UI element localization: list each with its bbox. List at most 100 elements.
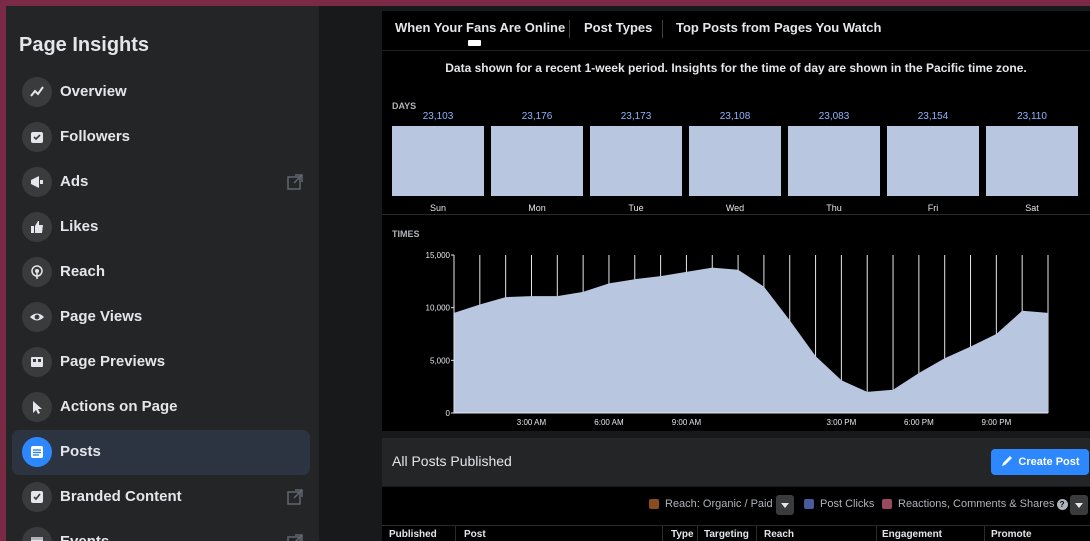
- sidebar-item-reach[interactable]: Reach: [12, 250, 310, 295]
- legend-label: Reactions, Comments & Shares: [898, 498, 1055, 510]
- followers-icon: [22, 122, 52, 152]
- cursor-icon: [22, 392, 52, 422]
- legend-swatch: [804, 499, 814, 509]
- legend-label: Reach: Organic / Paid: [665, 498, 773, 510]
- sidebar-item-overview[interactable]: Overview: [12, 70, 310, 115]
- legend-post-clicks: Post Clicks: [804, 498, 874, 510]
- y-tick-label: 10,000: [426, 304, 451, 313]
- tab-when-fans-online[interactable]: When Your Fans Are Online: [395, 20, 565, 35]
- sidebar-item-events[interactable]: Events: [12, 520, 310, 541]
- day-value: 23,083: [818, 111, 850, 122]
- sidebar-item-label: Events: [60, 533, 109, 541]
- reach-icon: [22, 257, 52, 287]
- day-bar: [788, 126, 880, 196]
- x-tick-label: 9:00 PM: [981, 418, 1011, 427]
- day-value: 23,110: [1017, 111, 1047, 122]
- sidebar-item-posts[interactable]: Posts: [12, 430, 310, 475]
- eye-icon: [22, 302, 52, 332]
- legend-reach: Reach: Organic / Paid: [649, 498, 773, 510]
- day-value: 23,108: [719, 111, 751, 122]
- period-notice: Data shown for a recent 1-week period. I…: [445, 61, 1027, 75]
- tab-top-posts-pages-you-watch[interactable]: Top Posts from Pages You Watch: [676, 20, 881, 35]
- day-name: Sat: [1025, 203, 1039, 213]
- reactions-dropdown-button[interactable]: [1070, 495, 1088, 515]
- sidebar-item-page-previews[interactable]: Page Previews: [12, 340, 310, 385]
- day-name: Tue: [628, 203, 644, 213]
- column-header[interactable]: Published: [389, 529, 437, 540]
- sidebar-item-likes[interactable]: Likes: [12, 205, 310, 250]
- column-separator: [756, 526, 757, 541]
- column-header[interactable]: Promote: [991, 529, 1032, 540]
- sidebar-item-label: Reach: [60, 263, 106, 280]
- sidebar-item-followers[interactable]: Followers: [12, 115, 310, 160]
- y-tick-label: 15,000: [426, 251, 451, 260]
- legend-swatch: [882, 499, 892, 509]
- sidebar-item-label: Actions on Page: [60, 398, 178, 415]
- sidebar-item-label: Posts: [60, 443, 101, 460]
- day-name: Sun: [429, 203, 446, 213]
- posts-section: All Posts Published Create Post Reach: O…: [382, 438, 1090, 541]
- column-separator: [662, 526, 663, 541]
- day-name: Fri: [927, 203, 939, 213]
- y-tick-label: 0: [446, 409, 451, 418]
- column-separator: [455, 526, 456, 541]
- days-label: DAYS: [392, 101, 417, 111]
- sidebar-item-label: Ads: [60, 173, 89, 190]
- events-icon: [22, 527, 52, 541]
- posts-header: All Posts Published Create Post: [382, 438, 1090, 486]
- day-bar: [590, 126, 682, 196]
- insights-panel: When Your Fans Are Online Post Types Top…: [382, 11, 1090, 431]
- help-icon[interactable]: ?: [1056, 498, 1068, 510]
- x-tick-label: 3:00 PM: [826, 418, 856, 427]
- app-window: Page Insights Overview Followers Ads Lik…: [6, 6, 1090, 541]
- day-value: 23,103: [422, 111, 454, 122]
- x-tick-label: 6:00 PM: [904, 418, 934, 427]
- x-tick-label: 3:00 AM: [517, 418, 547, 427]
- tab-bar: When Your Fans Are Online Post Types Top…: [382, 11, 1090, 51]
- sidebar: Page Insights Overview Followers Ads Lik…: [6, 6, 319, 541]
- tab-post-types[interactable]: Post Types: [584, 20, 652, 35]
- branded-content-icon: [22, 482, 52, 512]
- metrics-filter-row: Reach: Organic / Paid Post Clicks Reacti…: [382, 487, 1090, 525]
- thumbs-up-icon: [22, 212, 52, 242]
- column-header[interactable]: Targeting: [704, 529, 749, 540]
- day-name: Mon: [528, 203, 546, 213]
- day-name: Thu: [826, 203, 842, 213]
- create-post-button[interactable]: Create Post: [991, 449, 1089, 475]
- sidebar-item-actions-on-page[interactable]: Actions on Page: [12, 385, 310, 430]
- legend-swatch: [649, 499, 659, 509]
- posts-title: All Posts Published: [392, 453, 512, 469]
- column-header[interactable]: Engagement: [882, 529, 942, 540]
- reach-dropdown-button[interactable]: [776, 495, 794, 515]
- sidebar-item-label: Followers: [60, 128, 131, 145]
- sidebar-item-page-views[interactable]: Page Views: [12, 295, 310, 340]
- sidebar-item-label: Page Views: [60, 308, 143, 325]
- preview-icon: [22, 347, 52, 377]
- x-tick-label: 9:00 AM: [672, 418, 702, 427]
- tab-separator: [569, 20, 570, 38]
- posts-table-header: Published Post Type Targeting Reach Enga…: [382, 525, 1090, 541]
- create-post-label: Create Post: [1018, 456, 1080, 468]
- column-header[interactable]: Reach: [764, 529, 794, 540]
- caret-down-icon: [781, 496, 789, 514]
- day-value: 23,173: [620, 111, 652, 122]
- megaphone-icon: [22, 167, 52, 197]
- day-value: 23,176: [521, 111, 553, 122]
- day-value: 23,154: [917, 111, 949, 122]
- overview-icon: [22, 77, 52, 107]
- column-separator: [697, 526, 698, 541]
- legend-reactions: Reactions, Comments & Shares ?: [882, 498, 1068, 510]
- day-bar: [392, 126, 484, 196]
- sidebar-item-label: Page Previews: [60, 353, 166, 370]
- sidebar-item-branded-content[interactable]: Branded Content: [12, 475, 310, 520]
- active-tab-indicator: [468, 40, 481, 46]
- legend-label: Post Clicks: [820, 498, 875, 510]
- sidebar-item-label: Branded Content: [60, 488, 182, 505]
- sidebar-item-ads[interactable]: Ads: [12, 160, 310, 205]
- column-header[interactable]: Post: [464, 529, 486, 540]
- external-link-icon: [286, 488, 304, 506]
- day-bar: [986, 126, 1078, 196]
- column-header[interactable]: Type: [671, 529, 694, 540]
- day-bar: [491, 126, 583, 196]
- sidebar-item-label: Overview: [60, 83, 127, 100]
